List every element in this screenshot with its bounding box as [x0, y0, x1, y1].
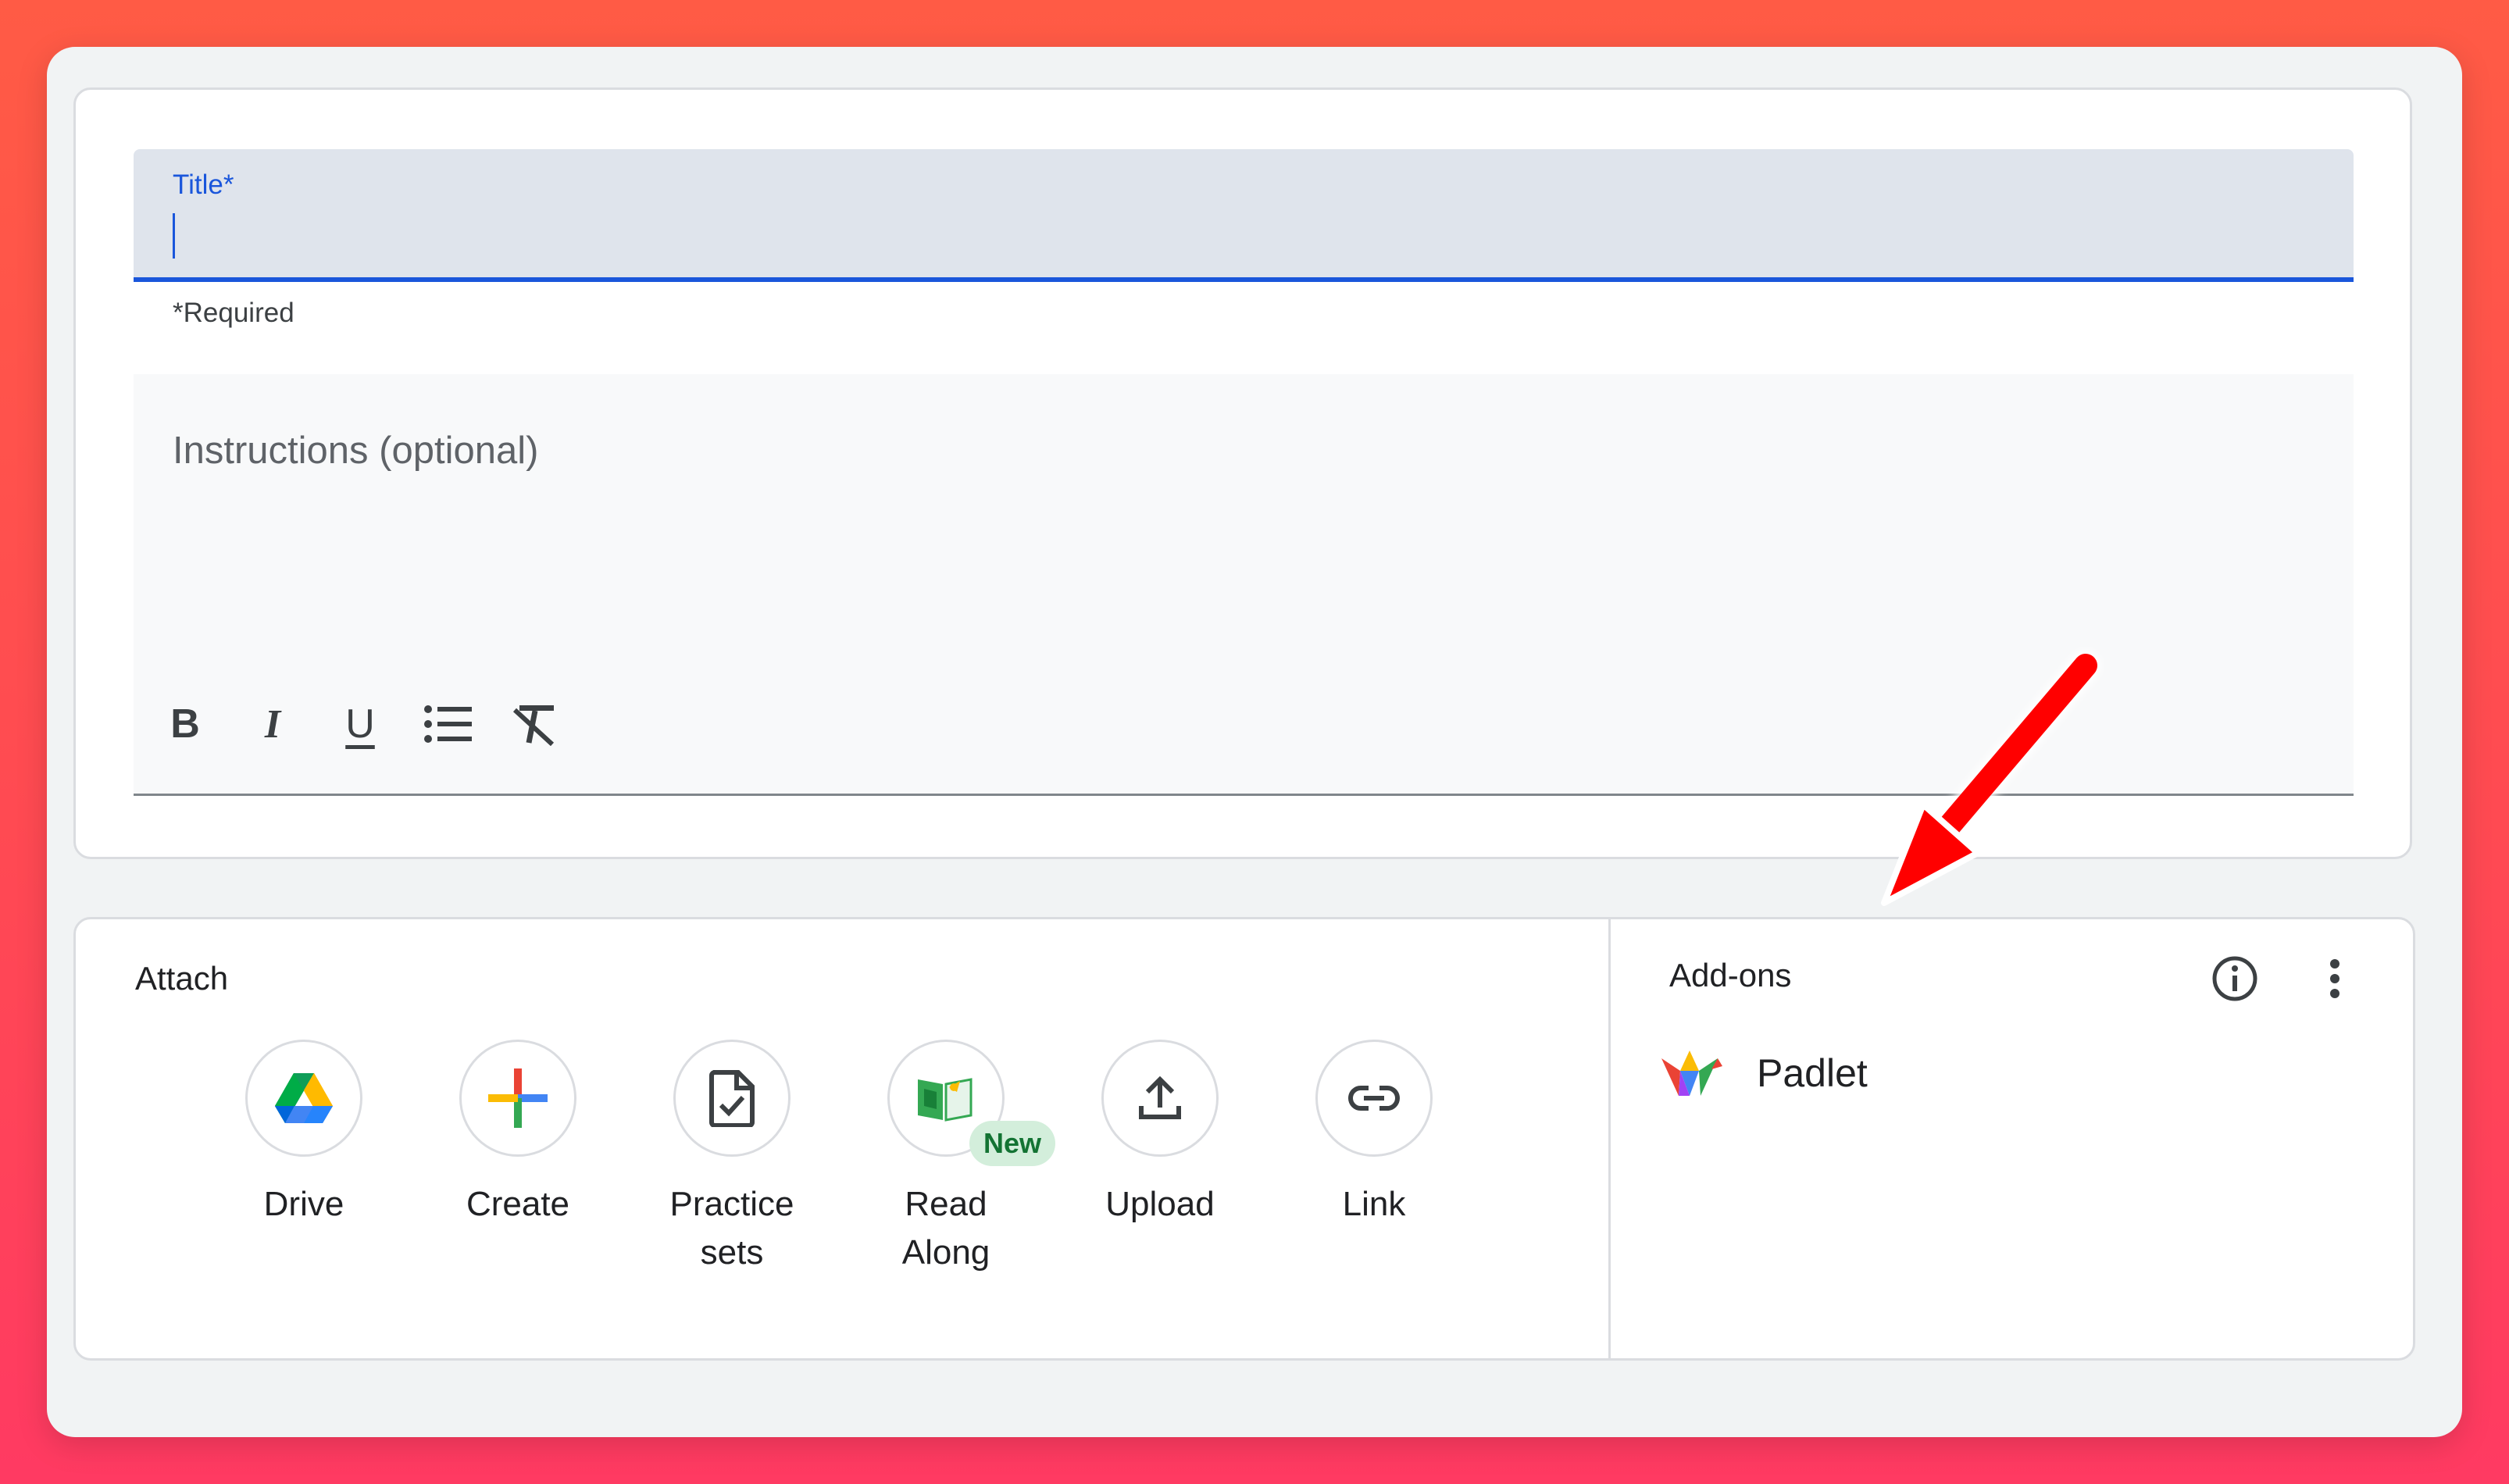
drive-button[interactable] — [245, 1040, 362, 1157]
addons-heading: Add-ons — [1669, 957, 1792, 993]
assignment-details-card: Title* *Required Instructions (optional)… — [73, 87, 2412, 859]
info-icon — [2212, 956, 2257, 1001]
practice-sets-icon — [709, 1070, 755, 1127]
read-along-icon — [918, 1078, 973, 1122]
addon-padlet[interactable]: Padlet — [1657, 1047, 1868, 1099]
upload-button[interactable] — [1101, 1040, 1219, 1157]
attach-options: Drive Create Practice sets Read Along Ne… — [243, 1040, 1435, 1277]
panel-divider — [1608, 919, 1611, 1358]
attach-read-along[interactable]: Read Along New — [885, 1040, 1056, 1277]
required-note: *Required — [173, 298, 294, 328]
google-drive-icon — [275, 1073, 333, 1123]
attach-create[interactable]: Create — [457, 1040, 579, 1277]
link-label: Link — [1342, 1185, 1406, 1223]
upload-icon — [1139, 1076, 1181, 1119]
italic-button[interactable]: I — [244, 696, 301, 752]
plus-icon — [488, 1068, 548, 1128]
clear-formatting-icon — [512, 705, 555, 746]
bold-button[interactable]: B — [157, 696, 213, 752]
more-vert-icon — [2330, 959, 2339, 998]
text-cursor — [173, 213, 175, 259]
attach-heading: Attach — [135, 960, 229, 997]
create-label: Create — [466, 1185, 570, 1223]
padlet-icon — [1661, 1051, 1722, 1096]
practice-sets-label: Practice sets — [669, 1185, 794, 1272]
attach-drive[interactable]: Drive — [243, 1040, 365, 1277]
addons-info-button[interactable] — [2205, 949, 2265, 1008]
instructions-input[interactable]: Instructions (optional) B I U — [134, 374, 2354, 796]
attach-upload[interactable]: Upload — [1099, 1040, 1221, 1277]
bulleted-list-button[interactable] — [419, 696, 476, 752]
attach-link[interactable]: Link — [1313, 1040, 1435, 1277]
underline-button[interactable]: U — [332, 696, 388, 752]
attachments-card: Attach Drive Create Practice sets Read A… — [73, 917, 2415, 1361]
link-button[interactable] — [1315, 1040, 1433, 1157]
link-icon — [1348, 1086, 1400, 1111]
bold-icon: B — [170, 701, 200, 747]
drive-label: Drive — [263, 1185, 344, 1223]
italic-icon: I — [264, 701, 281, 747]
title-label: Title* — [173, 169, 234, 200]
attach-practice-sets[interactable]: Practice sets — [670, 1040, 794, 1277]
practice-sets-button[interactable] — [673, 1040, 791, 1157]
read-along-label: Read Along — [901, 1185, 990, 1272]
upload-label: Upload — [1105, 1185, 1215, 1223]
new-badge: New — [969, 1121, 1056, 1166]
underline-icon: U — [345, 701, 375, 747]
instructions-placeholder: Instructions (optional) — [173, 430, 539, 472]
formatting-toolbar: B I U — [157, 696, 563, 752]
addons-more-button[interactable] — [2311, 949, 2358, 1008]
bulleted-list-icon — [424, 705, 472, 743]
title-input[interactable]: Title* — [134, 149, 2354, 282]
clear-formatting-button[interactable] — [507, 696, 563, 752]
padlet-label: Padlet — [1757, 1051, 1868, 1095]
create-button[interactable] — [459, 1040, 576, 1157]
classroom-assignment-window: Title* *Required Instructions (optional)… — [47, 47, 2462, 1437]
